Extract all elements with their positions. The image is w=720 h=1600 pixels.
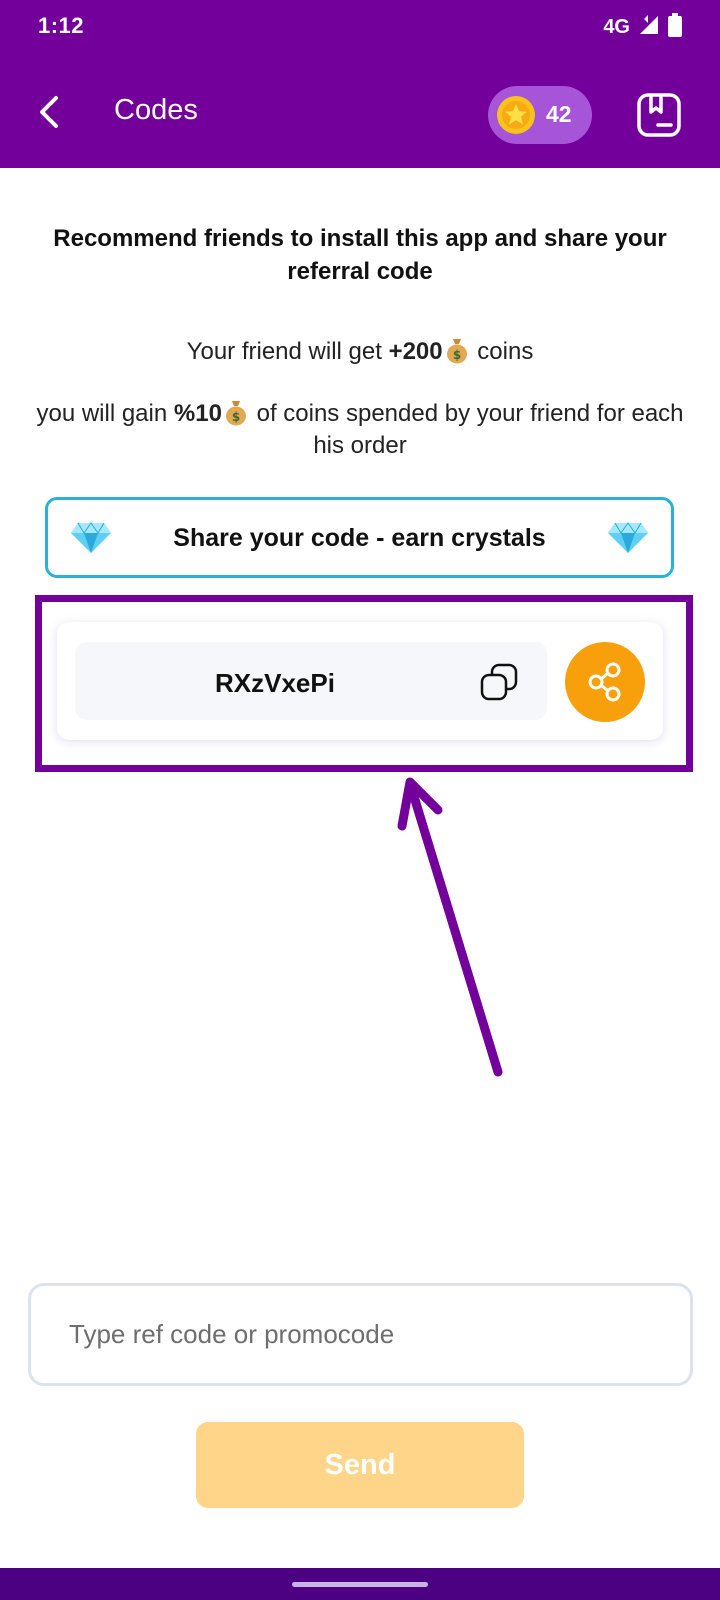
- status-icons: 4G: [603, 13, 682, 42]
- copy-button[interactable]: [479, 662, 519, 702]
- money-bag-icon: $: [446, 339, 467, 364]
- referral-code-card: RXzVxePi: [57, 622, 663, 740]
- your-reward-text: you will gain %10 $ of coins spended by y…: [30, 398, 690, 462]
- coin-balance[interactable]: 42: [488, 86, 592, 144]
- home-gesture-handle[interactable]: [292, 1582, 428, 1587]
- share-icon: [588, 662, 621, 702]
- svg-text:$: $: [452, 348, 460, 362]
- back-arrow-icon: [40, 96, 58, 128]
- signal-icon: [638, 15, 660, 40]
- network-type: 4G: [603, 16, 630, 38]
- copy-icon: [480, 663, 518, 701]
- friend-reward-suffix: coins: [470, 338, 534, 365]
- annotation-arrow: [397, 777, 503, 1077]
- referral-code: RXzVxePi: [215, 668, 335, 698]
- share-button[interactable]: [565, 642, 645, 722]
- back-button[interactable]: [32, 90, 72, 134]
- referral-code-box[interactable]: RXzVxePi: [75, 642, 547, 720]
- friend-reward-text: Your friend will get +200 $ coins: [30, 336, 690, 368]
- your-reward-amount: %10: [173, 400, 222, 427]
- banner-text: Share your code - earn crystals: [173, 524, 546, 552]
- receipt-icon: [637, 93, 681, 137]
- your-reward-suffix: of coins spended by your friend for each…: [249, 400, 684, 459]
- svg-text:$: $: [232, 410, 240, 424]
- friend-reward-amount: +200: [388, 338, 443, 365]
- money-bag-icon: $: [225, 401, 246, 426]
- system-nav-bar: [0, 1568, 720, 1600]
- referral-headline: Recommend friends to install this app an…: [53, 225, 667, 285]
- status-bar: 1:12 4G: [0, 0, 720, 56]
- friend-reward-prefix: Your friend will get: [186, 338, 389, 365]
- promo-code-input[interactable]: [28, 1283, 693, 1386]
- gem-icon: [608, 522, 648, 553]
- star-coin-icon: [497, 96, 535, 134]
- your-reward-prefix: you will gain: [36, 400, 174, 427]
- send-button[interactable]: Send: [196, 1422, 524, 1508]
- earn-crystals-banner: Share your code - earn crystals: [45, 497, 674, 578]
- coin-count: 42: [546, 101, 572, 127]
- battery-icon: [668, 13, 682, 42]
- page-title: Codes: [114, 94, 198, 126]
- app-bar: Codes 42: [0, 56, 720, 168]
- status-time: 1:12: [38, 13, 85, 38]
- history-button[interactable]: [636, 92, 682, 138]
